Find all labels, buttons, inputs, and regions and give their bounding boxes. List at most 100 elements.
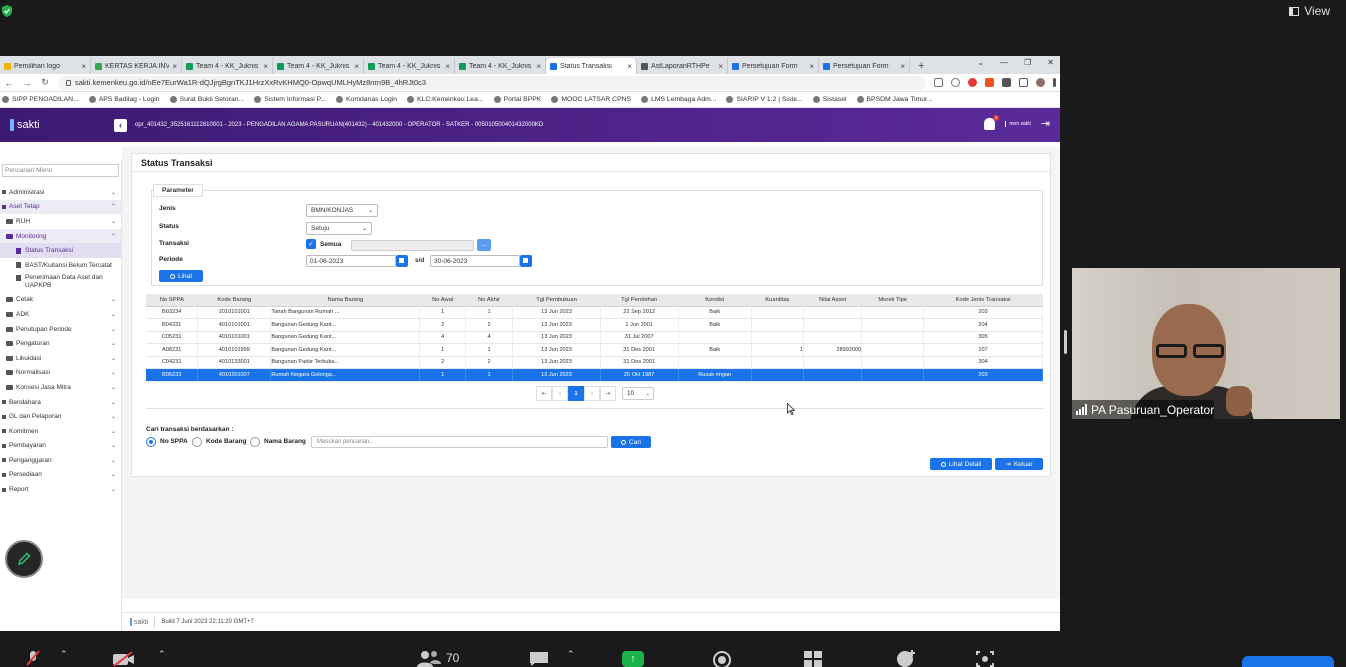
periode-to-input[interactable]: 30-06-2023 — [430, 255, 520, 267]
menu-item-aset-tetap[interactable]: Aset Tetap ⌃ — [0, 199, 121, 215]
tab-close-icon[interactable]: × — [263, 62, 268, 71]
bookmark-item[interactable]: Portal BPPK — [493, 96, 541, 103]
extension-red-icon[interactable] — [968, 78, 977, 87]
bookmark-item[interactable]: LMS Lembaga Adm... — [641, 96, 716, 103]
panel-resize-handle[interactable] — [1064, 330, 1067, 354]
star-icon[interactable] — [951, 78, 960, 87]
column-header[interactable]: No Awal — [419, 294, 466, 307]
table-row[interactable]: C05231 4010101001 Bangunan Gedung Kant... 4… — [146, 331, 1043, 344]
calendar-from-icon[interactable] — [396, 255, 408, 267]
browser-tab[interactable]: Team 4 - KK_Juknis × — [455, 58, 546, 74]
menu-item-likuidasi[interactable]: Likuidasi ⌄ — [0, 351, 121, 366]
calendar-to-icon[interactable] — [520, 255, 532, 267]
browser-tab[interactable]: Pemilihan logo × — [0, 58, 91, 74]
minimize-icon[interactable]: — — [1000, 58, 1008, 67]
menu-item-persediaan[interactable]: Persediaan ⌄ — [0, 468, 121, 483]
share-icon[interactable] — [934, 78, 943, 87]
tab-close-icon[interactable]: × — [809, 62, 814, 71]
menu-item-normalisasi[interactable]: Normalisasi ⌄ — [0, 366, 121, 381]
view-button[interactable]: View — [1289, 4, 1330, 18]
radio-kode-barang[interactable] — [192, 437, 202, 447]
kebab-menu-icon[interactable] — [1053, 78, 1056, 87]
extension-brave-icon[interactable] — [985, 78, 994, 87]
bookmark-item[interactable]: SIPP PENGADILAN... — [2, 96, 79, 103]
status-select[interactable]: Setuju ⌄ — [306, 222, 372, 235]
logout-icon[interactable]: ⇥ — [1041, 117, 1050, 130]
tab-search-chevron-icon[interactable]: ⌄ — [977, 58, 984, 67]
bookmark-item[interactable]: APS Badilag - Login — [88, 96, 160, 103]
radio-no-sppa[interactable] — [146, 437, 156, 447]
bookmark-item[interactable]: Surat Bukti Setoran... — [169, 96, 244, 103]
participant-video[interactable] — [1072, 268, 1340, 419]
lihat-button[interactable]: Lihat — [159, 270, 203, 282]
table-row[interactable]: A08231 4010101999 Bangunan Gedung Kant... 1… — [146, 343, 1043, 357]
browser-tab[interactable]: Status Transaksi × — [546, 58, 637, 74]
browser-tab[interactable]: Team 4 - KK_Juknis × — [364, 58, 455, 74]
menu-item-ruh[interactable]: RUH ⌄ — [0, 214, 121, 229]
forward-arrow-icon[interactable]: → — [22, 78, 32, 88]
lihat-detail-button[interactable]: Lihat Detail — [930, 458, 992, 470]
column-header[interactable]: Nilai Asset — [803, 294, 862, 307]
table-row[interactable]: B05233 4010201007 Rumah Negara Golonga... 1… — [146, 368, 1043, 382]
menu-item-monitoring[interactable]: Monitoring ⌃ — [0, 228, 121, 244]
menu-search-input[interactable]: Pencarian Menu — [2, 164, 119, 177]
menu-item-pengaturan[interactable]: Pengaturan ⌄ — [0, 336, 121, 351]
menu-item-komitmen[interactable]: Komitmen ⌄ — [0, 424, 121, 439]
jenis-select[interactable]: BMN/KONJAS ⌄ — [306, 204, 378, 217]
tab-close-icon[interactable]: × — [718, 62, 723, 71]
table-row[interactable]: B03234 2010101001 Tanah Bangunan Rumah ...… — [146, 306, 1043, 319]
menu-item-pembayaran[interactable]: Pembayaran ⌄ — [0, 439, 121, 454]
search-input[interactable]: Masukan pencarian.. — [311, 436, 608, 448]
tab-close-icon[interactable]: × — [900, 62, 905, 71]
menu-item-report[interactable]: Report ⌄ — [0, 482, 121, 497]
menu-item-gl-pelaporan[interactable]: GL dan Pelaporan ⌄ — [0, 409, 121, 424]
page-current[interactable]: 1 — [568, 386, 584, 401]
table-row[interactable]: B04231 4010101001 Bangunan Gedung Kant... 2… — [146, 318, 1043, 332]
whiteboard-icon[interactable] — [975, 651, 995, 667]
menu-item-penganggaran[interactable]: Penganggaran ⌄ — [0, 453, 121, 468]
semua-checkbox[interactable]: ✓ — [306, 239, 316, 249]
bookmark-item[interactable]: SIARIP V 1.2 | Siste... — [726, 96, 803, 103]
tab-close-icon[interactable]: × — [536, 62, 541, 71]
radio-nama-barang[interactable] — [250, 437, 260, 447]
profile-icon[interactable] — [1036, 78, 1045, 87]
column-header[interactable]: No Akhir — [465, 294, 513, 307]
menu-item-penutupan-periode[interactable]: Penutupan Periode ⌄ — [0, 322, 121, 337]
bookmark-item[interactable]: BPSDM Jawa Timur... — [856, 96, 933, 103]
record-icon[interactable] — [711, 651, 733, 667]
sidebar-icon[interactable] — [1019, 78, 1028, 87]
tab-close-icon[interactable]: × — [445, 62, 450, 71]
menu-item-adk[interactable]: ADK ⌄ — [0, 307, 121, 322]
browser-tab[interactable]: Persetujuan Form × — [819, 58, 910, 74]
column-header[interactable]: No SPPA — [146, 294, 198, 307]
prev-page-icon[interactable]: ‹ — [552, 386, 568, 401]
chevron-up-icon[interactable]: ⌃ — [158, 649, 166, 660]
column-header[interactable]: Tgl Pembukuan — [512, 294, 601, 307]
page-size-select[interactable]: 10 ⌄ — [622, 387, 654, 400]
column-header[interactable]: Kode Barang — [197, 294, 271, 307]
annotate-pencil-button[interactable] — [5, 540, 43, 578]
back-arrow-icon[interactable]: ← — [4, 78, 14, 88]
keluar-button[interactable]: ⇥ Keluar — [995, 458, 1043, 470]
menu-item-status-transaksi[interactable]: Status Transaksi — [0, 243, 121, 258]
collapse-sidebar-button[interactable]: ‹ — [114, 118, 127, 132]
menu-item-penerimaan[interactable]: Penerimaan Data Aset dari UAPKPB — [0, 273, 121, 293]
menu-item-bast[interactable]: BAST/Kuitansi Belum Tercatat — [0, 258, 121, 273]
column-header[interactable]: Merek Tipe — [861, 294, 924, 307]
mon-sakti-logo[interactable]: mon sakti — [1005, 120, 1031, 127]
menu-item-cetak[interactable]: Cetak ⌄ — [0, 293, 121, 308]
browser-tab[interactable]: AstLaporanRTHPe × — [637, 58, 728, 74]
close-window-icon[interactable]: ✕ — [1047, 58, 1054, 67]
table-row[interactable]: C04231 4010133001 Bangunan Parkir Terbuka.… — [146, 356, 1043, 369]
column-header[interactable]: Tgl Perolehan — [600, 294, 679, 307]
next-page-icon[interactable]: › — [584, 386, 600, 401]
chevron-up-icon[interactable]: ⌃ — [567, 649, 575, 660]
url-field[interactable]: sakti.kemenkeu.go.id/nEe7EurWa1R-dQJjrgB… — [58, 75, 926, 90]
column-header[interactable]: Nama Barang — [270, 294, 420, 307]
first-page-icon[interactable]: ⇤ — [536, 386, 552, 401]
periode-from-input[interactable]: 01-06-2023 — [306, 255, 396, 267]
column-header[interactable]: Kondisi — [678, 294, 752, 307]
transaksi-input[interactable] — [351, 240, 474, 251]
bookmark-item[interactable]: KLC:Kemenkeu Lea... — [407, 96, 484, 103]
bookmark-item[interactable]: Sistem Informasi P... — [254, 96, 326, 103]
